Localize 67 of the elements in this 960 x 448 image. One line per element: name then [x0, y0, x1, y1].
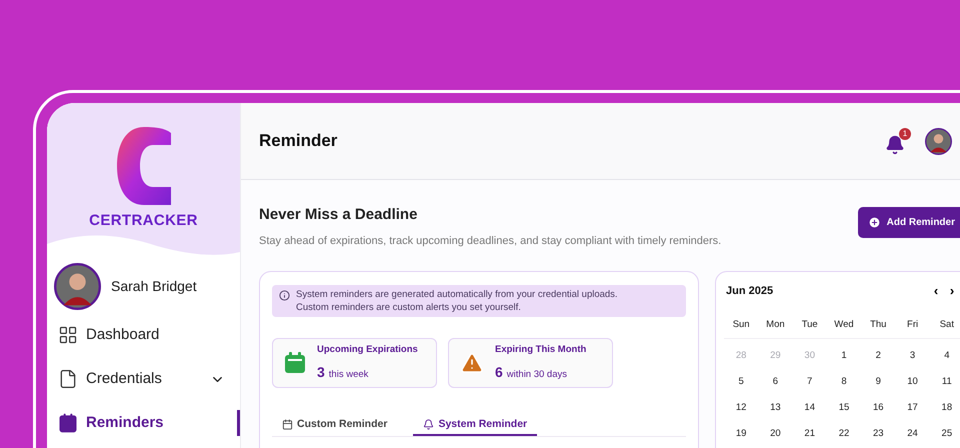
- brand-name: CERTRACKER: [89, 211, 198, 231]
- tab-icon: [423, 419, 434, 430]
- weekday-label: Mon: [765, 318, 786, 332]
- user-name: Sarah Bridget: [111, 277, 197, 296]
- stat-label: Expiring This Month: [495, 343, 586, 358]
- section-subtitle: Stay ahead of expirations, track upcoming deadlines, and stay compliant with timely reminders.: [259, 234, 722, 248]
- info-text: Custom reminders are custom alerts you set yourself.: [296, 301, 522, 314]
- weekday-label: Sat: [938, 318, 955, 332]
- calendar-day[interactable]: 5: [724, 374, 758, 388]
- stat-value: 3: [317, 362, 325, 382]
- notification-button[interactable]: 1: [885, 127, 911, 155]
- previous-month-button[interactable]: ‹: [930, 285, 942, 298]
- calendar-day[interactable]: 11: [930, 374, 960, 388]
- info-text: System reminders are generated automatically from your credential uploads.: [296, 288, 618, 301]
- bell-icon: [885, 135, 905, 155]
- calendar-day[interactable]: 14: [792, 400, 827, 414]
- calendar-day[interactable]: 17: [895, 400, 930, 414]
- calendar-day[interactable]: 1: [826, 348, 862, 362]
- section-title: Never Miss a Deadline: [259, 205, 418, 225]
- calendar-day[interactable]: 3: [895, 348, 930, 362]
- calendar-day[interactable]: 16: [861, 400, 896, 414]
- add-reminder-button[interactable]: Add Reminder: [858, 207, 960, 238]
- tab[interactable]: System Reminder: [413, 417, 538, 436]
- stat-value: 6: [495, 362, 503, 382]
- calendar-day[interactable]: 9: [861, 374, 896, 388]
- nav-icon: [58, 369, 78, 389]
- weekday-label: Sun: [732, 318, 751, 332]
- weekday-label: Thu: [869, 318, 888, 332]
- calendar-day[interactable]: 8: [826, 374, 862, 388]
- weekday-label: Fri: [906, 318, 920, 332]
- page-title: Reminder: [259, 130, 338, 152]
- calendar-day[interactable]: 10: [895, 374, 930, 388]
- nav-icon: [58, 325, 78, 345]
- calendar-day[interactable]: 15: [826, 400, 862, 414]
- plus-icon: [868, 216, 881, 229]
- calendar-day[interactable]: 13: [758, 400, 793, 414]
- calendar-day[interactable]: 7: [792, 374, 827, 388]
- calendar-day[interactable]: 4: [930, 348, 960, 362]
- calendar-icon: [284, 352, 306, 374]
- calendar-day[interactable]: 18: [930, 400, 960, 414]
- nav-item[interactable]: Credentials: [47, 366, 240, 392]
- stat-unit: within 30 days: [506, 368, 567, 382]
- calendar-day[interactable]: 6: [758, 374, 793, 388]
- calendar-day[interactable]: 23: [861, 426, 896, 440]
- tab-icon: [282, 419, 293, 430]
- tab[interactable]: Custom Reminder: [280, 417, 390, 436]
- calendar-day[interactable]: 2: [861, 348, 896, 362]
- calendar-day[interactable]: 19: [724, 426, 758, 440]
- info-icon: [279, 290, 290, 301]
- logo-icon: [114, 125, 172, 207]
- calendar-day[interactable]: 24: [895, 426, 930, 440]
- weekday-label: Tue: [800, 318, 819, 332]
- nav-item[interactable]: Dashboard: [47, 322, 240, 348]
- nav-icon: [58, 413, 78, 433]
- calendar-day[interactable]: 20: [758, 426, 793, 440]
- next-month-button[interactable]: ›: [946, 285, 958, 298]
- calendar-day[interactable]: 12: [724, 400, 758, 414]
- calendar-day[interactable]: 21: [792, 426, 827, 440]
- stat-unit: this week: [328, 368, 368, 382]
- notification-badge: 1: [899, 128, 911, 140]
- avatar: [925, 128, 952, 154]
- avatar: [54, 263, 101, 310]
- calendar-month: Jun 2025: [726, 284, 774, 299]
- calendar-day[interactable]: 25: [930, 426, 960, 440]
- stat-label: Upcoming Expirations: [317, 343, 418, 358]
- weekday-label: Wed: [833, 318, 855, 332]
- calendar-day[interactable]: 22: [826, 426, 862, 440]
